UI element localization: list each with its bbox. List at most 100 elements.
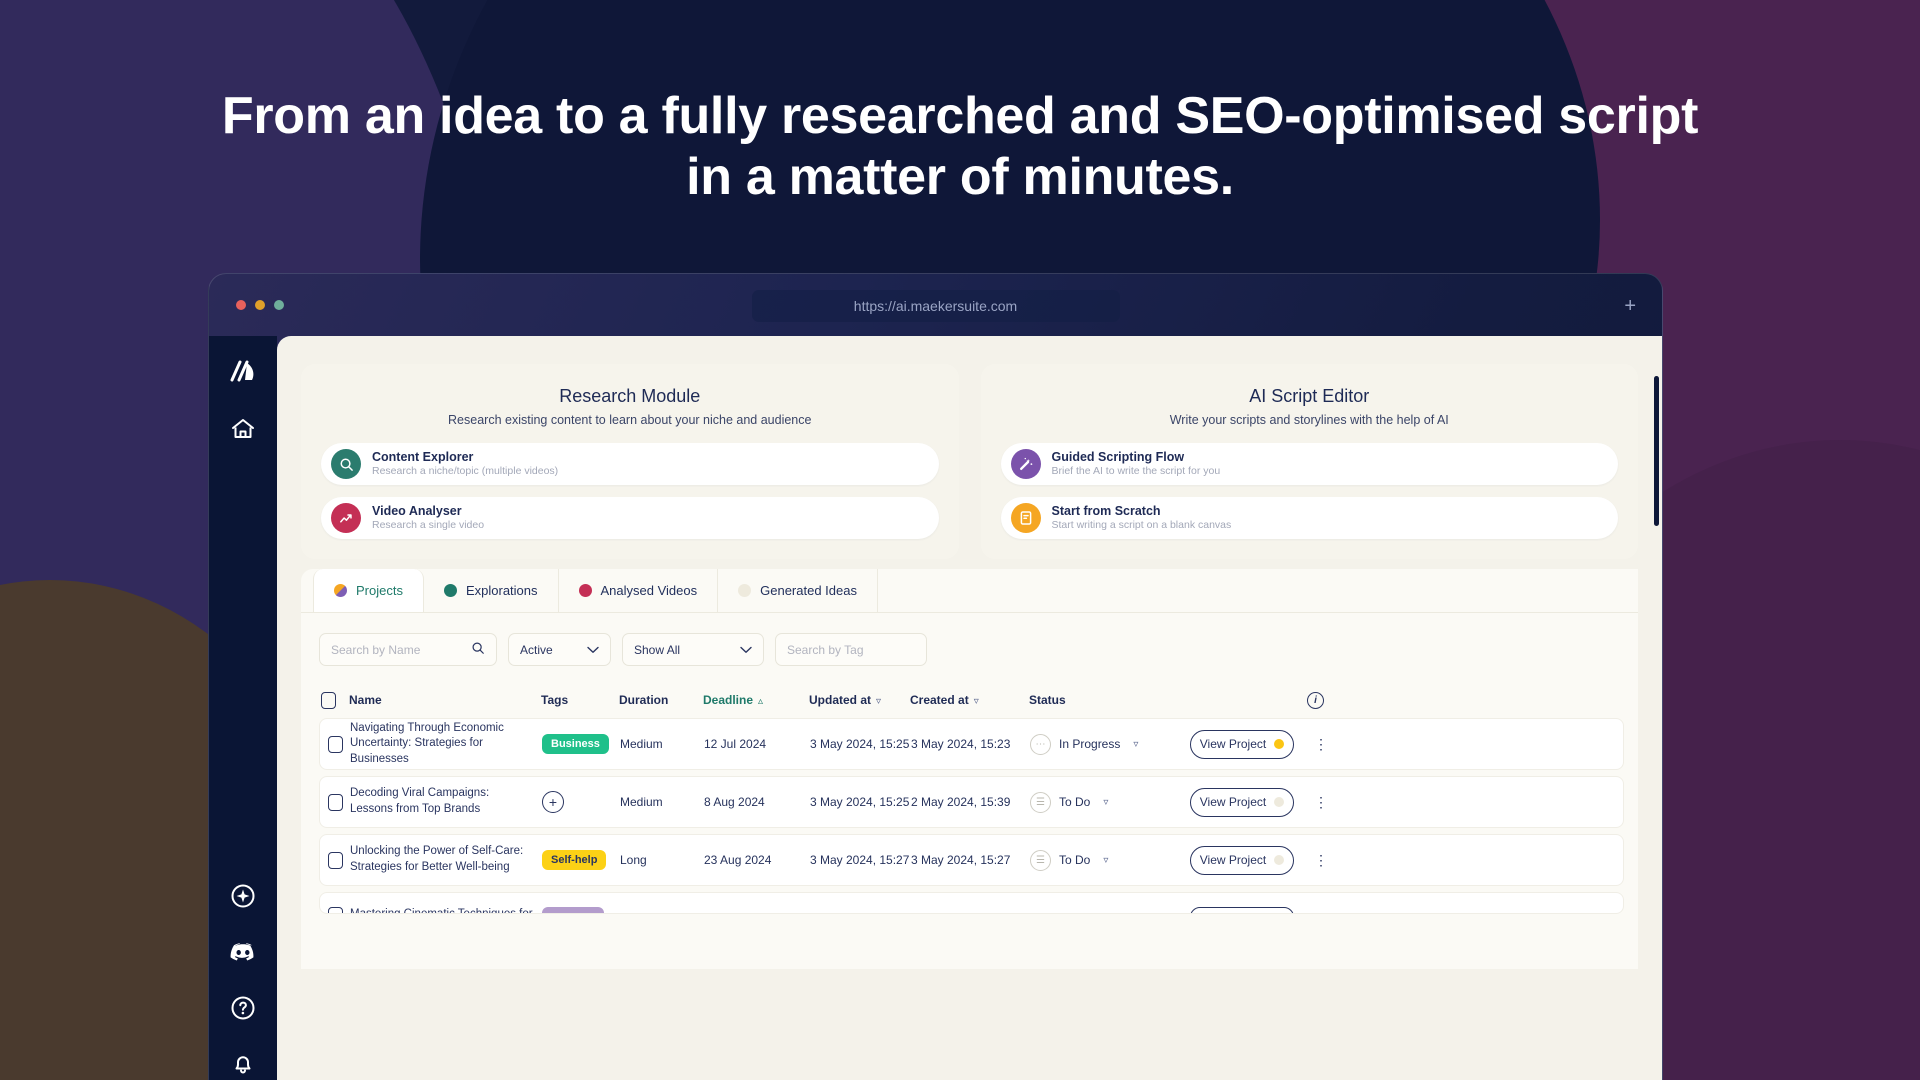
tab-explorations[interactable]: Explorations	[424, 569, 559, 612]
content-explorer-title: Content Explorer	[372, 449, 474, 464]
browser-window-mockup: https://ai.maekersuite.com + Research Mo…	[208, 273, 1663, 1080]
row-name: Decoding Viral Campaigns: Lessons from T…	[350, 787, 490, 815]
row-menu-button[interactable]: ⋮	[1308, 736, 1334, 751]
notifications-icon[interactable]	[226, 1047, 260, 1080]
projects-tab-icon	[334, 584, 347, 597]
guided-scripting-flow-action[interactable]: Guided Scripting Flow Brief the AI to wr…	[1000, 443, 1618, 485]
content-scrollbar[interactable]	[1654, 376, 1659, 526]
chevron-down-icon: ▿	[973, 696, 979, 707]
row-menu-button[interactable]: ⋮	[1308, 852, 1334, 867]
document-icon	[1010, 503, 1041, 533]
content-explorer-action[interactable]: Content Explorer Research a niche/topic …	[321, 443, 939, 485]
video-analyser-subtitle: Research a single video	[372, 519, 485, 532]
row-tags[interactable]: Business	[542, 734, 620, 754]
table-row[interactable]: Mastering Cinematic Techniques for Solo	[319, 892, 1624, 914]
row-created-at: 3 May 2024, 15:23	[911, 737, 1011, 751]
address-bar[interactable]: https://ai.maekersuite.com	[751, 290, 1120, 322]
row-action[interactable]	[1190, 907, 1308, 913]
row-checkbox[interactable]	[320, 735, 350, 753]
view-project-button[interactable]	[1190, 907, 1294, 913]
module-cards-group: Research Module Research existing conten…	[291, 350, 1662, 569]
header-name[interactable]: Name	[349, 693, 541, 707]
search-tag-input[interactable]: Search by Tag	[775, 633, 927, 666]
view-project-label: View Project	[1199, 795, 1267, 809]
table-info-button[interactable]: i	[1307, 691, 1333, 709]
chevron-down-icon[interactable]: ▿	[1103, 797, 1108, 808]
help-icon[interactable]	[226, 991, 260, 1025]
row-status[interactable]: ⋯ In Progress ▿	[1030, 733, 1190, 755]
close-window-button[interactable]	[236, 300, 246, 310]
tag-badge: Self-help	[542, 850, 607, 870]
row-name: Mastering Cinematic Techniques for Solo	[350, 908, 533, 914]
row-status-label: To Do	[1059, 853, 1091, 867]
add-tag-button[interactable]: +	[542, 791, 564, 813]
research-module-card: Research Module Research existing conten…	[301, 364, 959, 559]
logo-icon[interactable]	[226, 354, 260, 388]
row-checkbox[interactable]	[320, 793, 350, 811]
table-row[interactable]: Unlocking the Power of Self-Care: Strate…	[319, 834, 1624, 886]
chevron-down-icon	[740, 643, 752, 657]
header-updated-at[interactable]: Updated at ▿	[809, 693, 910, 707]
header-tags[interactable]: Tags	[541, 693, 619, 707]
table-row[interactable]: Decoding Viral Campaigns: Lessons from T…	[319, 776, 1624, 828]
status-dot-icon	[1274, 739, 1285, 749]
kebab-menu-icon: ⋮	[1314, 793, 1328, 810]
start-from-scratch-action[interactable]: Start from Scratch Start writing a scrip…	[1000, 497, 1618, 539]
upgrade-icon[interactable]	[226, 879, 260, 913]
show-filter-select[interactable]: Show All	[622, 633, 764, 666]
projects-table: Name Tags Duration Deadline ▵ Updated at ▿…	[301, 682, 1638, 914]
chevron-down-icon[interactable]: ▿	[1103, 855, 1108, 866]
row-status[interactable]: ☰ To Do ▿	[1030, 849, 1190, 871]
row-checkbox[interactable]	[320, 907, 350, 913]
view-project-button[interactable]: View Project	[1190, 845, 1294, 875]
search-icon	[331, 449, 361, 479]
header-status[interactable]: Status	[1029, 693, 1189, 707]
app-sidebar	[209, 336, 277, 1080]
table-row[interactable]: Navigating Through Economic Uncertainty:…	[319, 718, 1624, 770]
row-tags[interactable]	[542, 907, 620, 913]
tag-badge: Business	[542, 734, 609, 754]
tab-projects[interactable]: Projects	[313, 569, 424, 612]
view-project-button[interactable]: View Project	[1190, 787, 1294, 817]
ai-script-editor-subtitle: Write your scripts and storylines with t…	[1169, 413, 1449, 427]
status-filter-select[interactable]: Active	[508, 633, 611, 666]
filter-bar: Search by Name Active Show All Search by…	[301, 613, 1638, 682]
content-explorer-subtitle: Research a niche/topic (multiple videos)	[372, 465, 559, 478]
info-icon: i	[1307, 691, 1324, 709]
new-tab-icon[interactable]: +	[1624, 296, 1636, 316]
row-status[interactable]: ☰ To Do ▿	[1030, 791, 1190, 813]
row-deadline: 8 Aug 2024	[704, 795, 765, 809]
row-action[interactable]: View Project	[1190, 729, 1308, 759]
search-name-input[interactable]: Search by Name	[319, 633, 497, 666]
search-icon[interactable]	[471, 641, 485, 658]
chart-line-icon	[331, 503, 361, 533]
tab-analysed-videos[interactable]: Analysed Videos	[559, 569, 719, 612]
generated-ideas-tab-icon	[738, 584, 752, 597]
row-duration: Long	[620, 853, 647, 867]
discord-icon[interactable]	[226, 935, 260, 969]
row-action[interactable]: View Project	[1190, 845, 1308, 875]
video-analyser-action[interactable]: Video Analyser Research a single video	[321, 497, 939, 539]
status-dot-icon	[1274, 797, 1285, 807]
view-project-button[interactable]: View Project	[1190, 729, 1294, 759]
header-deadline[interactable]: Deadline ▵	[703, 693, 809, 707]
select-all-checkbox[interactable]	[319, 691, 349, 709]
header-duration[interactable]: Duration	[619, 693, 703, 707]
chevron-down-icon[interactable]: ▿	[1133, 739, 1138, 750]
row-created-at: 3 May 2024, 15:27	[911, 853, 1011, 867]
view-project-label: View Project	[1199, 737, 1267, 751]
minimize-window-button[interactable]	[255, 300, 265, 310]
magic-wand-icon	[1010, 449, 1041, 479]
row-deadline: 12 Jul 2024	[704, 737, 767, 751]
maximize-window-button[interactable]	[274, 300, 284, 310]
row-checkbox[interactable]	[320, 851, 350, 869]
home-icon[interactable]	[226, 412, 260, 446]
row-tags[interactable]: +	[542, 791, 620, 813]
guided-scripting-flow-title: Guided Scripting Flow	[1051, 449, 1185, 464]
header-updated-at-label: Updated at	[809, 693, 872, 707]
row-action[interactable]: View Project	[1190, 787, 1308, 817]
header-created-at[interactable]: Created at ▿	[910, 693, 1029, 707]
row-tags[interactable]: Self-help	[542, 850, 620, 870]
tab-generated-ideas[interactable]: Generated Ideas	[718, 569, 878, 612]
row-menu-button[interactable]: ⋮	[1308, 793, 1334, 810]
